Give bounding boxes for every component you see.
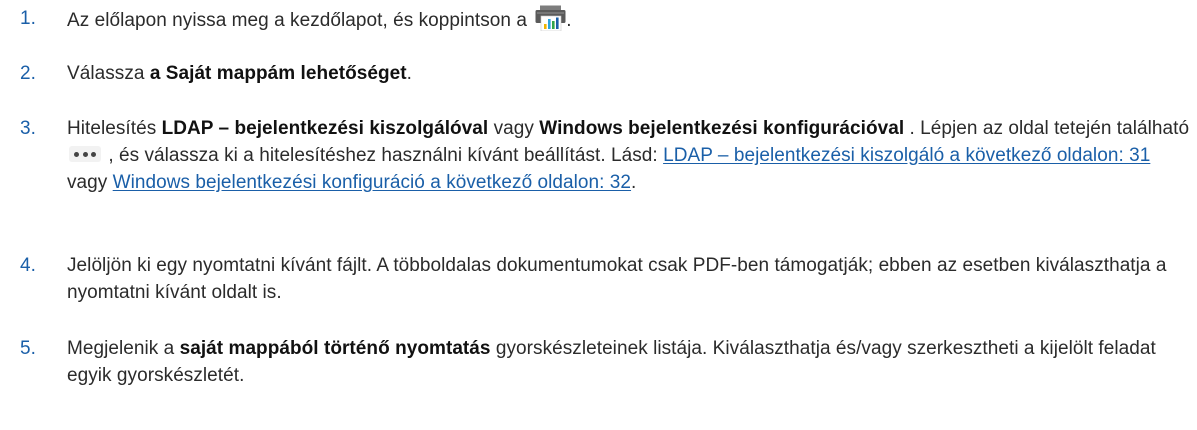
step-number: 5. [20, 338, 36, 359]
step-text: Hitelesítés LDAP – bejelentkezési kiszol… [67, 118, 1190, 193]
step-number: 4. [20, 255, 36, 276]
more-options-icon [69, 146, 101, 162]
printer-icon [535, 5, 566, 31]
step-text: Az előlapon nyissa meg a kezdőlapot, és … [67, 5, 1193, 34]
windows-login-config-link[interactable]: Windows bejelentkezési konfiguráció a kö… [113, 172, 631, 193]
step-number: 1. [20, 8, 36, 29]
step-number: 3. [20, 118, 36, 139]
instruction-steps: 1. Az előlapon nyissa meg a kezdőlapot, … [0, 0, 1197, 430]
ldap-login-server-link[interactable]: LDAP – bejelentkezési kiszolgáló a követ… [663, 145, 1150, 166]
step-text: Megjelenik a saját mappából történő nyom… [67, 338, 1156, 386]
step-number: 2. [20, 63, 36, 84]
step-text: Jelöljön ki egy nyomtatni kívánt fájlt. … [67, 255, 1167, 303]
step-text: Válassza a Saját mappám lehetőséget. [67, 63, 413, 84]
